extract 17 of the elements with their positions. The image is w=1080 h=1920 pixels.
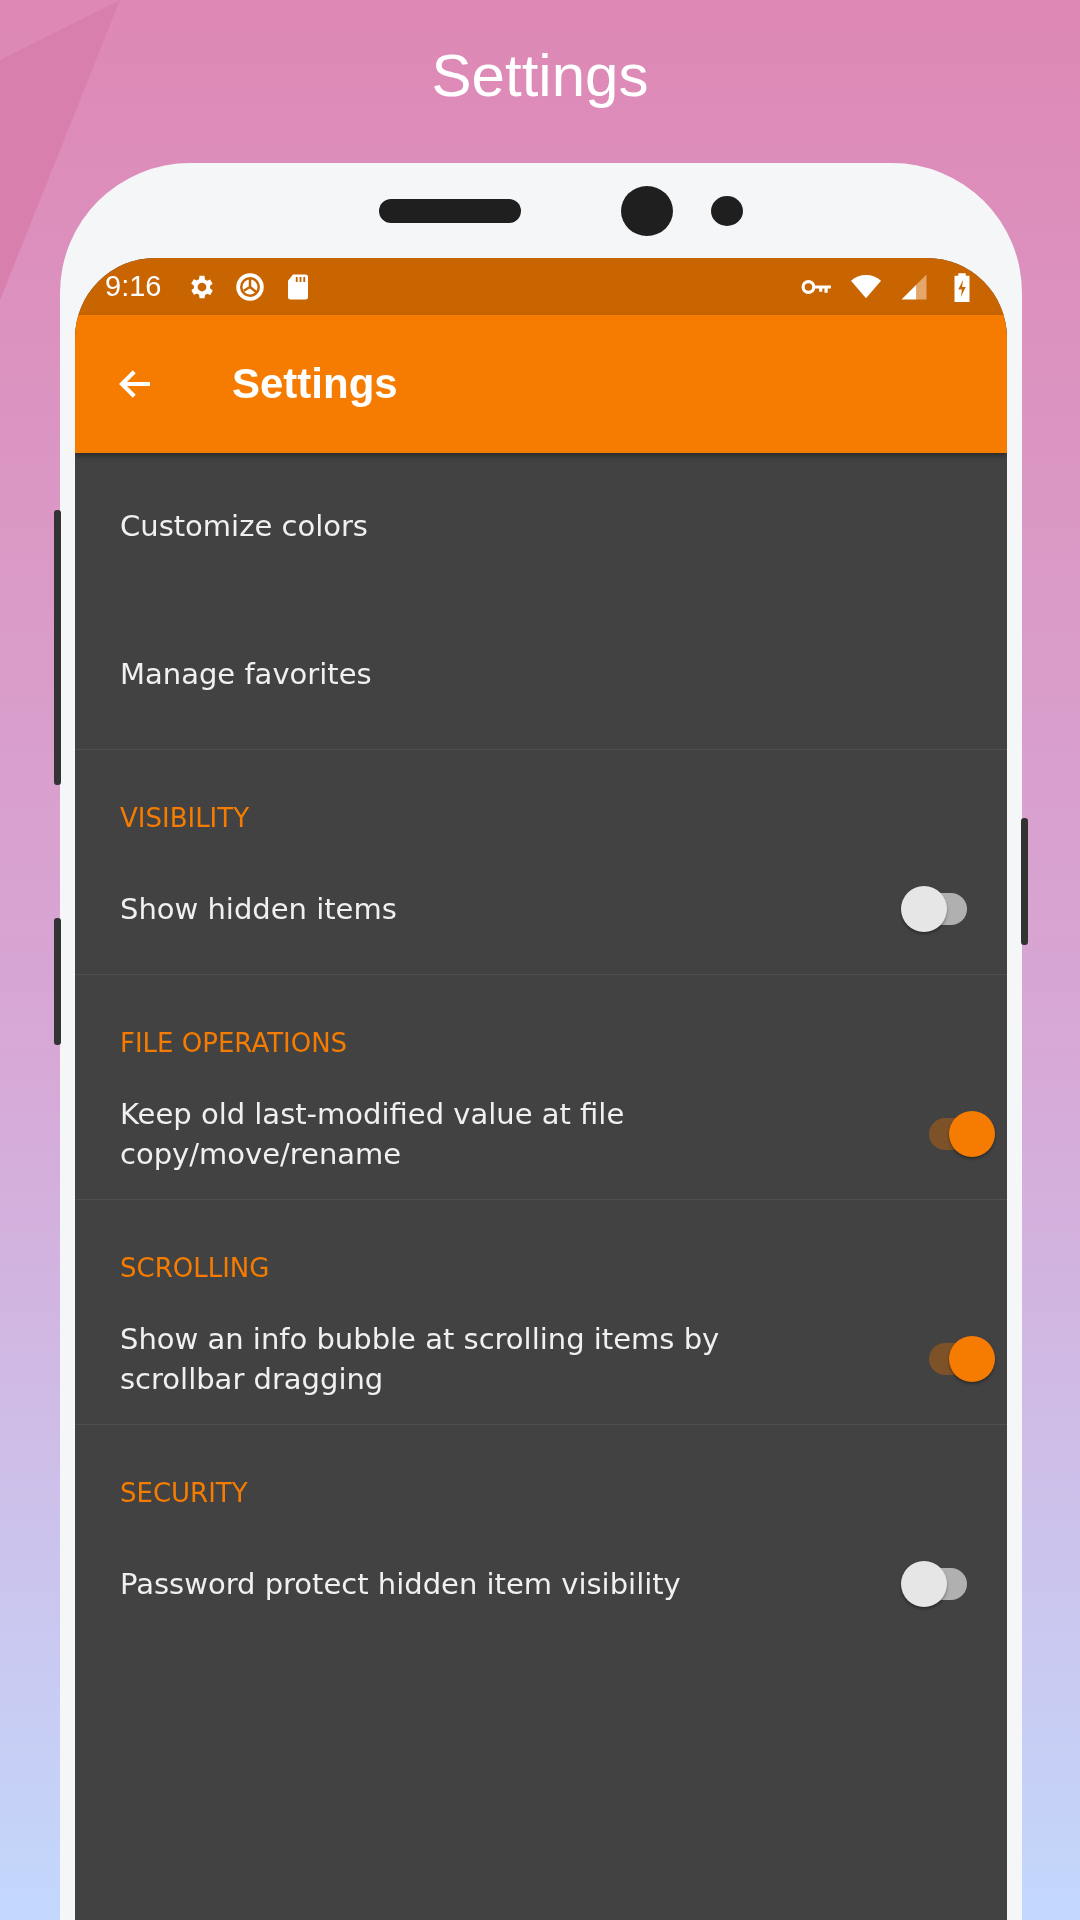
setting-label: Show an info bubble at scrolling items by scrollbar dragging (120, 1321, 721, 1398)
setting-label: Keep old last-modified value at file copy/move/rename (120, 1096, 626, 1173)
section-header: SCROLLING (119, 1252, 271, 1285)
section-header: VISIBILITY (119, 802, 251, 835)
settings-item[interactable]: Manage favorites (75, 599, 1007, 749)
camera-lens (621, 185, 673, 236)
section-header: FILE OPERATIONS (119, 1027, 349, 1060)
page-title: Settings (431, 41, 649, 111)
sensor-dot (711, 195, 743, 226)
section-header: SECURITY (119, 1477, 249, 1510)
chart-icon (235, 271, 266, 302)
setting-label: Show hidden items (120, 891, 398, 928)
status-time: 9:16 (105, 270, 162, 303)
setting-label: Password protect hidden item visibility (120, 1566, 682, 1603)
key-icon (801, 277, 833, 296)
app-bar-title: Settings (232, 360, 398, 408)
settings-item[interactable]: Customize colors (75, 453, 1007, 599)
